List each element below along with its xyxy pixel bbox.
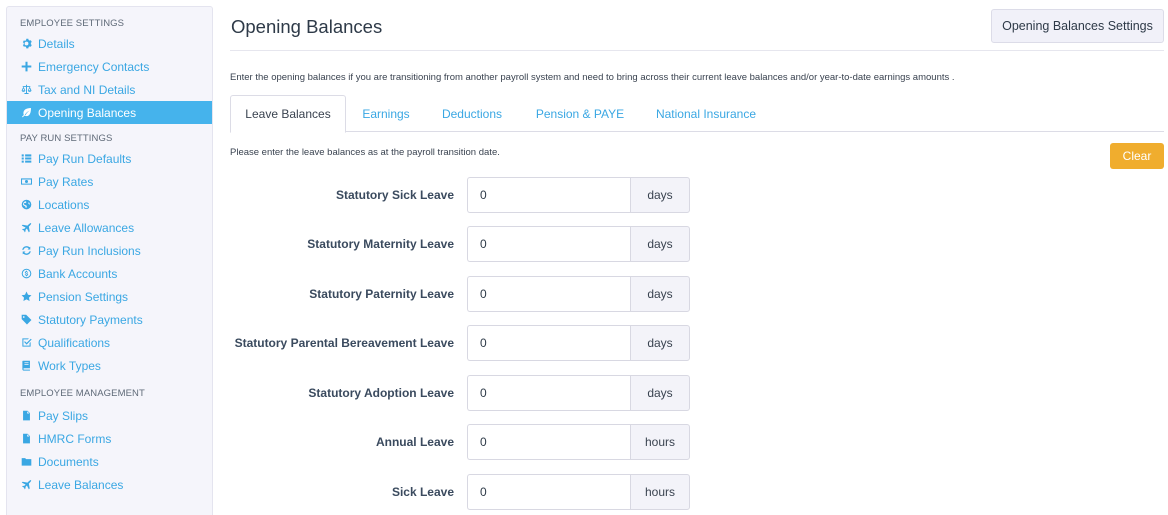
sidebar-item-statutory-payments[interactable]: Statutory Payments [7, 308, 212, 331]
leave-row-label: Statutory Maternity Leave [307, 237, 454, 251]
leaf-icon [20, 107, 32, 119]
sidebar-item-label: Details [38, 36, 75, 51]
statutory-parental-bereavement-leave-input[interactable] [467, 325, 631, 361]
leave-row-statutory-paternity: Statutory Paternity Leave days [230, 276, 690, 312]
tab-deductions[interactable]: Deductions [428, 95, 516, 132]
tab-pension-paye[interactable]: Pension & PAYE [524, 95, 636, 132]
sidebar-item-label: Pay Slips [38, 408, 89, 423]
sidebar-item-documents[interactable]: Documents [7, 450, 212, 473]
star-icon [20, 291, 32, 303]
statutory-sick-leave-input[interactable] [467, 177, 631, 213]
leave-row-label: Sick Leave [391, 485, 454, 499]
sidebar-item-label: Pay Run Defaults [38, 151, 132, 166]
sidebar-item-label: Work Types [38, 358, 101, 373]
refresh-icon [20, 245, 32, 257]
unit-addon: days [630, 325, 690, 361]
statutory-paternity-leave-input[interactable] [467, 276, 631, 312]
sidebar-item-label: Pension Settings [38, 289, 129, 304]
sidebar-item-leave-allowances[interactable]: Leave Allowances [7, 216, 212, 239]
check-square-icon [20, 337, 32, 349]
file-icon [20, 433, 32, 445]
book-icon [20, 360, 32, 372]
annual-leave-input[interactable] [467, 424, 631, 460]
tab-bar: Leave Balances Earnings Deductions Pensi… [230, 95, 1164, 133]
sidebar-item-label: Locations [38, 197, 90, 212]
sidebar-item-locations[interactable]: Locations [7, 193, 212, 216]
globe-icon [20, 199, 32, 211]
money-icon [20, 176, 32, 188]
sidebar-item-work-types[interactable]: Work Types [7, 354, 212, 377]
list-icon [20, 153, 32, 165]
leave-row-label: Statutory Parental Bereavement Leave [234, 336, 454, 350]
balance-scale-icon [20, 84, 32, 96]
sidebar-item-pay-run-defaults[interactable]: Pay Run Defaults [7, 147, 212, 170]
sick-leave-input[interactable] [467, 474, 631, 510]
tag-icon [20, 314, 32, 326]
sidebar-item-qualifications[interactable]: Qualifications [7, 331, 212, 354]
file-icon [20, 410, 32, 422]
unit-addon: hours [630, 474, 690, 510]
opening-balances-settings-button[interactable]: Opening Balances Settings [991, 9, 1164, 43]
tab-national-insurance[interactable]: National Insurance [644, 95, 768, 132]
sidebar-item-label: Tax and NI Details [38, 82, 136, 97]
sidebar-item-details[interactable]: Details [7, 32, 212, 55]
sidebar-item-label: Pay Rates [38, 174, 94, 189]
sidebar-item-pay-slips[interactable]: Pay Slips [7, 404, 212, 427]
sidebar-item-label: Bank Accounts [38, 266, 118, 281]
unit-addon: days [630, 276, 690, 312]
leave-row-statutory-maternity: Statutory Maternity Leave days [230, 226, 690, 262]
unit-addon: hours [630, 424, 690, 460]
intro-text: Enter the opening balances if you are tr… [230, 72, 955, 83]
statutory-adoption-leave-input[interactable] [467, 375, 631, 411]
sidebar-item-label: Emergency Contacts [38, 59, 150, 74]
sidebar-item-tax-ni-details[interactable]: Tax and NI Details [7, 78, 212, 101]
sidebar-item-pay-rates[interactable]: Pay Rates [7, 170, 212, 193]
sidebar-item-bank-accounts[interactable]: Bank Accounts [7, 262, 212, 285]
leave-balances-note: Please enter the leave balances as at th… [230, 147, 500, 158]
clear-button[interactable]: Clear [1110, 143, 1164, 169]
sidebar-section-pay-run-settings: PAY RUN SETTINGS [20, 133, 113, 144]
leave-row-label: Statutory Paternity Leave [309, 287, 454, 301]
sidebar-item-label: Leave Balances [38, 477, 124, 492]
tab-earnings[interactable]: Earnings [349, 95, 423, 132]
leave-row-statutory-sick: Statutory Sick Leave days [230, 177, 690, 213]
leave-row-label: Annual Leave [375, 435, 454, 449]
sidebar-item-opening-balances[interactable]: Opening Balances [7, 101, 212, 124]
sidebar-item-leave-balances[interactable]: Leave Balances [7, 473, 212, 496]
sidebar-item-label: Qualifications [38, 335, 111, 350]
gear-icon [20, 38, 32, 50]
dollar-circle-icon [20, 268, 32, 280]
sidebar-item-label: Leave Allowances [38, 220, 135, 235]
unit-addon: days [630, 177, 690, 213]
sidebar-item-hmrc-forms[interactable]: HMRC Forms [7, 427, 212, 450]
folder-icon [20, 456, 32, 468]
plane-icon [20, 222, 32, 234]
sidebar-section-employee-management: EMPLOYEE MANAGEMENT [20, 388, 145, 399]
page-title: Opening Balances [231, 16, 383, 37]
sidebar-item-label: Pay Run Inclusions [38, 243, 141, 258]
sidebar-item-pension-settings[interactable]: Pension Settings [7, 285, 212, 308]
sidebar: EMPLOYEE SETTINGS Details Emergency Cont… [6, 6, 213, 515]
sidebar-item-label: Opening Balances [38, 105, 137, 120]
unit-addon: days [630, 375, 690, 411]
sidebar-item-emergency-contacts[interactable]: Emergency Contacts [7, 55, 212, 78]
statutory-maternity-leave-input[interactable] [467, 226, 631, 262]
title-divider [230, 50, 1164, 51]
unit-addon: days [630, 226, 690, 262]
sidebar-item-pay-run-inclusions[interactable]: Pay Run Inclusions [7, 239, 212, 262]
leave-row-statutory-parental-bereavement: Statutory Parental Bereavement Leave day… [230, 325, 690, 361]
sidebar-section-employee-settings: EMPLOYEE SETTINGS [20, 18, 125, 29]
main-content: Opening Balances Opening Balances Settin… [230, 0, 1164, 515]
sidebar-item-label: HMRC Forms [38, 431, 112, 446]
sidebar-item-label: Statutory Payments [38, 312, 143, 327]
leave-row-sick: Sick Leave hours [230, 474, 690, 510]
leave-row-statutory-adoption: Statutory Adoption Leave days [230, 375, 690, 411]
leave-row-annual: Annual Leave hours [230, 424, 690, 460]
plus-icon [20, 61, 32, 73]
leave-row-label: Statutory Sick Leave [335, 188, 454, 202]
sidebar-item-label: Documents [38, 454, 99, 469]
leave-row-label: Statutory Adoption Leave [308, 386, 454, 400]
tab-leave-balances[interactable]: Leave Balances [230, 95, 346, 133]
plane-icon [20, 479, 32, 491]
